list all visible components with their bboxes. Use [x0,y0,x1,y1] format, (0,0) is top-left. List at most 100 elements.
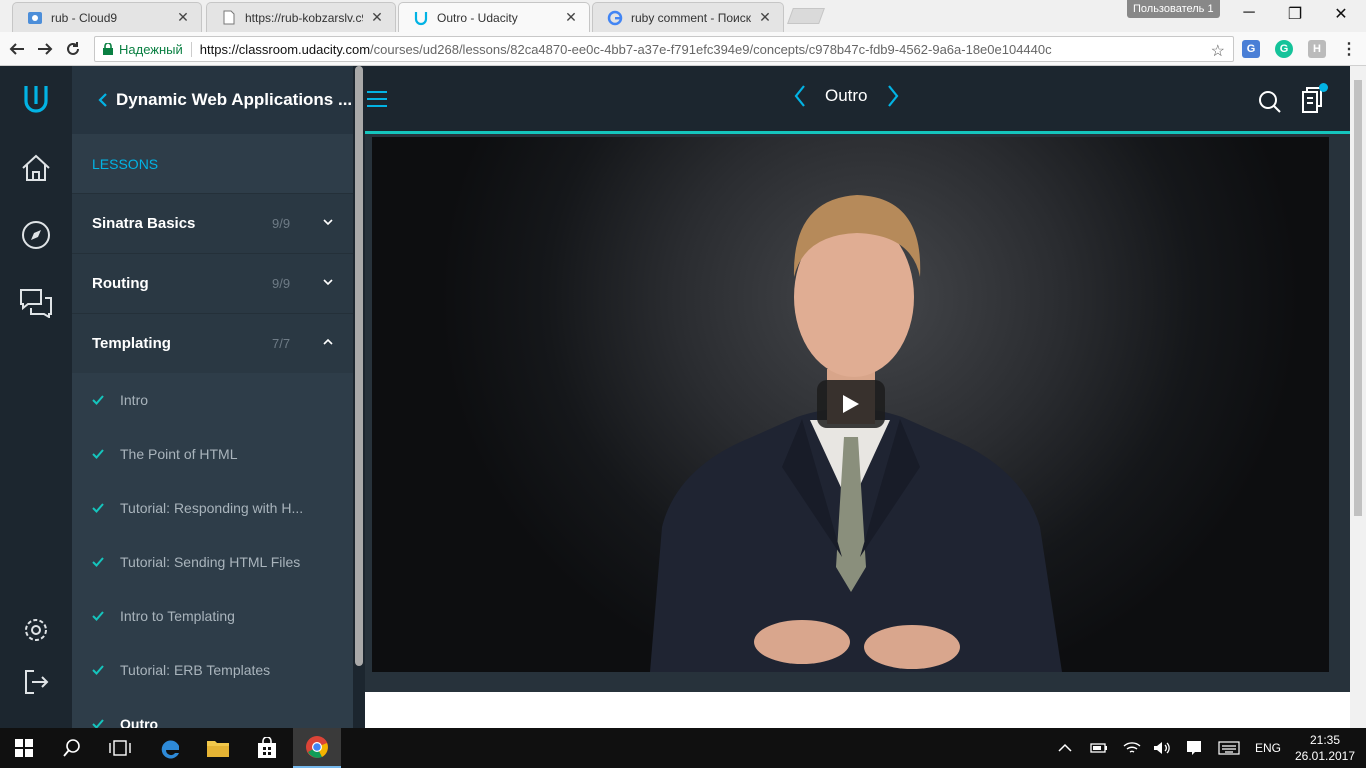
chevron-down-icon[interactable] [322,216,334,228]
chat-icon[interactable] [18,285,54,321]
course-header[interactable]: Dynamic Web Applications ... [72,66,353,134]
cloud9-icon [27,10,43,26]
maximize-icon[interactable]: ❐ [1280,4,1310,24]
page-scrollbar[interactable] [1350,66,1366,728]
store-icon[interactable] [243,728,291,768]
battery-icon[interactable] [1090,728,1108,768]
logout-icon[interactable] [18,664,54,700]
video-player-container [353,134,1350,692]
hamburger-menu-icon[interactable] [367,91,387,109]
chrome-taskbar-icon[interactable] [293,728,341,768]
minimize-icon[interactable]: ─ [1234,4,1264,22]
grammarly-icon[interactable]: G [1275,40,1293,58]
concept-item-sending-html-files[interactable]: Tutorial: Sending HTML Files [72,535,353,589]
lesson-title: Sinatra Basics [92,215,196,232]
concept-title: Tutorial: Sending HTML Files [120,554,301,570]
scrollbar-thumb[interactable] [355,66,363,666]
concept-item-point-of-html[interactable]: The Point of HTML [72,427,353,481]
next-concept-icon[interactable] [886,84,900,108]
nav-rail [0,66,72,728]
lesson-sidebar: Dynamic Web Applications ... LESSONS Sin… [72,66,353,728]
checkmark-icon [92,665,106,675]
windows-taskbar: ENG 21:35 26.01.2017 [0,728,1366,768]
close-tab-icon[interactable]: ✕ [757,9,773,26]
concept-item-erb-templates[interactable]: Tutorial: ERB Templates [72,643,353,697]
concept-item-responding-with-html[interactable]: Tutorial: Responding with H... [72,481,353,535]
search-icon[interactable] [1258,90,1282,114]
udacity-classroom: Dynamic Web Applications ... LESSONS Sin… [0,66,1366,728]
chevron-down-icon[interactable] [322,276,334,288]
browser-tab-cloud9[interactable]: rub - Cloud9 ✕ [12,2,202,32]
notification-dot [1319,83,1328,92]
secure-label: Надежный [119,41,183,57]
secure-indicator[interactable]: Надежный [103,41,192,57]
back-icon[interactable] [6,38,28,60]
concept-navigation: Outro [793,84,900,108]
concept-title: Intro [120,392,149,408]
tab-title: ruby comment - Поиск в [631,10,751,25]
menu-icon[interactable]: ⋮ [1340,40,1358,58]
system-clock[interactable]: 21:35 26.01.2017 [1294,732,1356,764]
previous-concept-icon[interactable] [793,84,807,108]
concept-title: Outro [120,716,159,728]
forward-icon[interactable] [34,38,56,60]
chevron-left-icon[interactable] [94,92,112,108]
volume-icon[interactable] [1153,728,1171,768]
concept-item-intro-to-templating[interactable]: Intro to Templating [72,589,353,643]
bookmark-star-icon[interactable]: ☆ [1211,41,1225,61]
checkmark-icon [92,557,106,567]
h-extension-icon[interactable]: H [1308,40,1326,58]
concept-item-intro[interactable]: Intro [72,373,353,427]
browser-tab-c9-preview[interactable]: https://rub-kobzarslv.c9u ✕ [206,2,396,32]
chevron-up-icon[interactable] [322,336,334,348]
concept-title: Tutorial: ERB Templates [120,662,271,678]
edge-browser-icon[interactable] [146,728,194,768]
lesson-item-sinatra-basics[interactable]: Sinatra Basics 9/9 [72,193,353,253]
address-bar[interactable]: Надежный https://classroom.udacity.com/c… [94,36,1234,62]
tray-overflow-icon[interactable] [1058,728,1072,768]
course-title: Dynamic Web Applications ... [116,90,353,109]
play-button[interactable] [817,380,885,428]
action-center-icon[interactable] [1186,728,1202,768]
udacity-logo-icon[interactable] [18,82,54,118]
input-language[interactable]: ENG [1255,728,1281,768]
compass-icon[interactable] [18,217,54,253]
close-tab-icon[interactable]: ✕ [563,9,579,26]
settings-gear-icon[interactable] [18,612,54,648]
touch-keyboard-icon[interactable] [1218,728,1240,768]
tab-title: rub - Cloud9 [51,10,118,25]
lesson-item-templating[interactable]: Templating 7/7 [72,313,353,373]
lesson-progress-count: 7/7 [272,336,291,351]
profile-button[interactable]: Пользователь 1 [1127,0,1220,18]
browser-tab-udacity[interactable]: Outro - Udacity ✕ [398,2,590,32]
close-tab-icon[interactable]: ✕ [369,9,385,26]
checkmark-icon [92,611,106,621]
concept-title: Intro to Templating [120,608,235,624]
lesson-item-routing[interactable]: Routing 9/9 [72,253,353,313]
close-tab-icon[interactable]: ✕ [175,9,191,26]
concept-item-outro[interactable]: Outro [72,697,353,728]
home-icon[interactable] [18,150,54,186]
tab-title: https://rub-kobzarslv.c9u [245,10,363,25]
concept-topbar: Outro [353,66,1350,134]
checkmark-icon [92,503,106,513]
sidebar-scrollbar[interactable] [353,66,365,728]
concept-main: Outro [353,66,1350,728]
task-view-icon[interactable] [96,728,144,768]
windows-start-icon[interactable] [0,728,48,768]
file-explorer-icon[interactable] [194,728,242,768]
browser-tab-google[interactable]: ruby comment - Поиск в ✕ [592,2,784,32]
search-icon[interactable] [48,728,96,768]
wifi-icon[interactable] [1123,728,1141,768]
video-player[interactable] [372,137,1329,672]
reload-icon[interactable] [62,38,84,60]
scrollbar-thumb[interactable] [1354,80,1362,516]
url-host: https://classroom.udacity.com [199,41,371,57]
new-tab-button[interactable] [787,8,825,24]
google-icon [607,10,623,26]
lesson-title: Routing [92,275,149,292]
translate-icon[interactable]: G [1242,40,1260,58]
udacity-icon [413,10,429,26]
browser-tab-strip: rub - Cloud9 ✕ https://rub-kobzarslv.c9u… [0,0,1366,32]
close-window-icon[interactable]: ✕ [1326,4,1356,24]
